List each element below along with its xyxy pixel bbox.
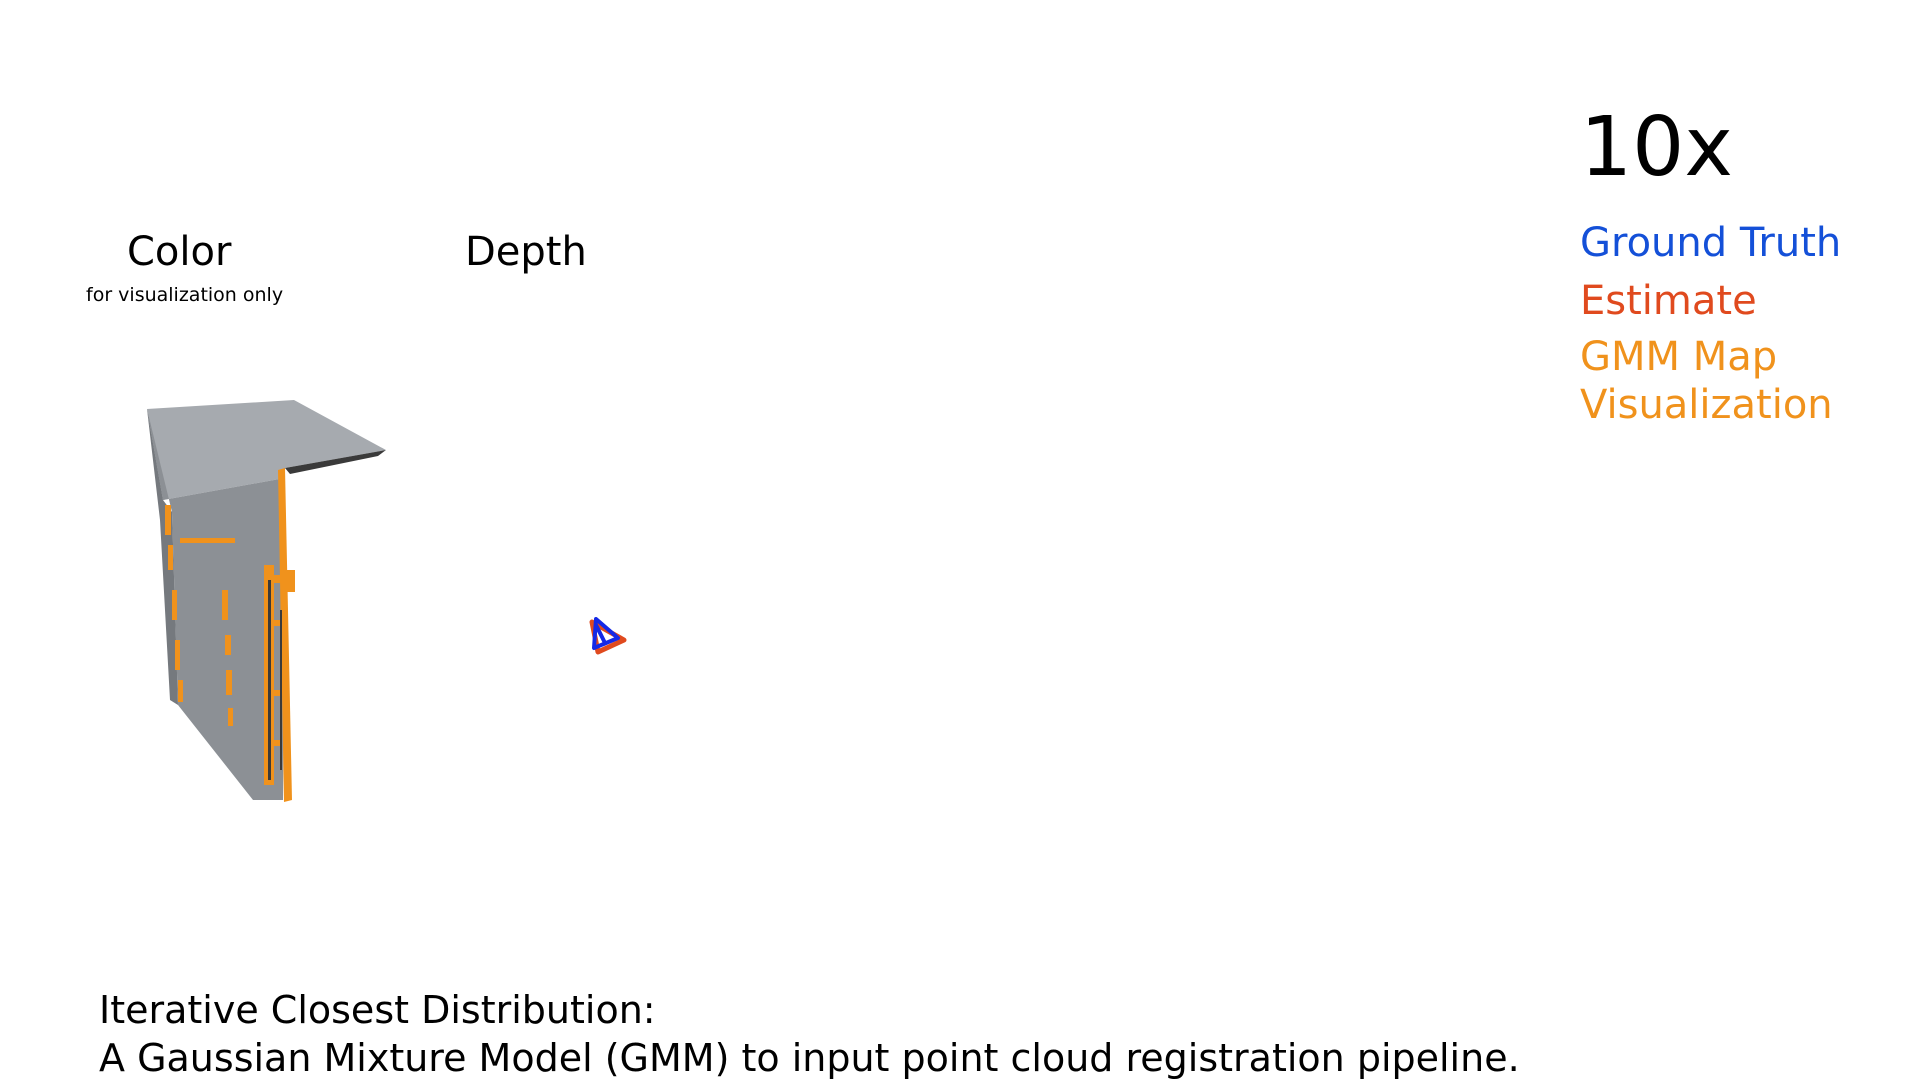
caption-description: A Gaussian Mixture Model (GMM) to input … <box>99 1036 1520 1080</box>
gmm-map-reconstruction <box>147 400 386 802</box>
color-panel-title: Color <box>127 229 232 275</box>
camera-pose-markers <box>589 617 627 655</box>
caption-title: Iterative Closest Distribution: <box>99 988 656 1032</box>
legend-gmm-map: GMM Map <box>1580 334 1778 380</box>
legend-ground-truth: Ground Truth <box>1580 220 1842 266</box>
legend-estimate: Estimate <box>1580 278 1757 324</box>
visualization-stage: Color for visualization only Depth 10x G… <box>0 0 1920 1080</box>
depth-panel-title: Depth <box>465 229 587 275</box>
legend-gmm-visualization: Visualization <box>1580 382 1833 428</box>
playback-speed-label: 10x <box>1580 100 1733 195</box>
color-panel-subtitle: for visualization only <box>86 284 284 306</box>
